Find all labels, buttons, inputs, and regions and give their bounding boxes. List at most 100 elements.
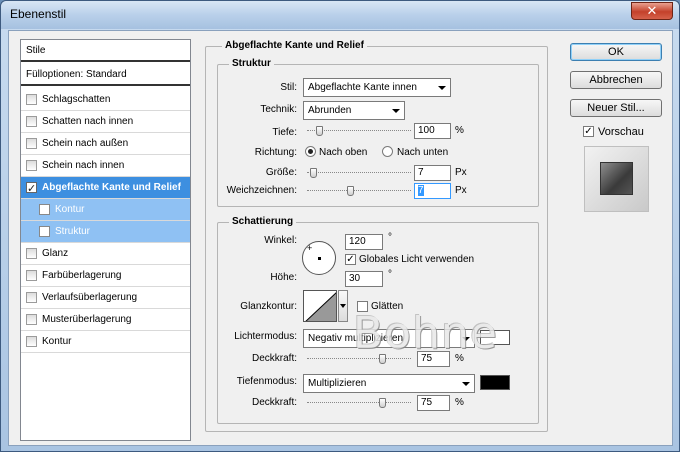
angle-dial[interactable]: + xyxy=(302,241,336,275)
layer-style-dialog: Ebenenstil ✕ Stile Fülloptionen: Standar… xyxy=(0,0,680,452)
soften-input[interactable]: 7 xyxy=(414,183,451,199)
style-item-label: Schein nach innen xyxy=(42,160,125,171)
style-item-checkbox[interactable] xyxy=(26,248,37,259)
shadow-opacity-input[interactable]: 75 xyxy=(417,395,450,411)
direction-down-label[interactable]: Nach unten xyxy=(397,147,448,158)
gloss-contour-label: Glanzkontur: xyxy=(240,301,297,312)
size-input[interactable]: 7 xyxy=(414,165,451,181)
style-item-label: Schein nach außen xyxy=(42,138,129,149)
direction-down-radio[interactable] xyxy=(382,146,393,157)
checkmark-icon: ✓ xyxy=(584,126,593,137)
title-bar[interactable]: Ebenenstil ✕ xyxy=(1,1,679,29)
altitude-input[interactable]: 30 xyxy=(345,271,383,287)
style-item-checkbox[interactable] xyxy=(39,226,50,237)
watermark-text: Bohne xyxy=(353,308,498,359)
contour-dropdown[interactable] xyxy=(338,290,348,322)
style-item[interactable]: Kontur xyxy=(21,199,190,221)
chevron-down-icon xyxy=(392,109,400,113)
style-item-checkbox[interactable] xyxy=(26,138,37,149)
size-slider[interactable] xyxy=(307,168,411,178)
style-item[interactable]: Struktur xyxy=(21,221,190,243)
angle-unit: ° xyxy=(388,232,392,243)
style-item[interactable]: Kontur xyxy=(21,331,190,353)
style-item-checkbox[interactable] xyxy=(26,314,37,325)
bevel-style-select[interactable]: Abgeflachte Kante innen xyxy=(303,78,451,97)
style-item[interactable]: Musterüberlagerung xyxy=(21,309,190,331)
dialog-body: Stile Fülloptionen: Standard Schlagschat… xyxy=(8,30,673,446)
style-item-checkbox[interactable] xyxy=(26,94,37,105)
direction-up-label[interactable]: Nach oben xyxy=(319,147,367,158)
style-item-checkbox[interactable] xyxy=(26,160,37,171)
style-item[interactable]: Schlagschatten xyxy=(21,89,190,111)
style-item-label: Struktur xyxy=(55,226,91,237)
soften-slider[interactable] xyxy=(307,186,411,196)
technique-label: Technik: xyxy=(260,104,297,115)
style-item[interactable]: Schein nach innen xyxy=(21,155,190,177)
ok-button[interactable]: OK xyxy=(570,43,662,61)
size-unit: Px xyxy=(455,167,467,178)
blending-options-item[interactable]: Fülloptionen: Standard xyxy=(21,64,190,86)
direction-label: Richtung: xyxy=(254,147,297,158)
angle-input[interactable]: 120 xyxy=(345,234,383,250)
style-item-checkbox[interactable] xyxy=(26,270,37,281)
gloss-contour-preview[interactable] xyxy=(303,290,337,322)
altitude-unit: ° xyxy=(388,269,392,280)
style-item[interactable]: ✓ Abgeflachte Kante und Relief xyxy=(21,177,190,199)
shadow-color-swatch[interactable] xyxy=(480,375,510,390)
close-button[interactable]: ✕ xyxy=(631,2,673,20)
style-item-label: Schlagschatten xyxy=(42,94,111,105)
soften-slider-handle[interactable] xyxy=(347,186,354,196)
depth-slider-handle[interactable] xyxy=(316,126,323,136)
style-item[interactable]: Glanz xyxy=(21,243,190,265)
chevron-down-icon xyxy=(340,304,346,308)
style-item[interactable]: Verlaufsüberlagerung xyxy=(21,287,190,309)
style-label: Stil: xyxy=(280,82,297,93)
depth-slider[interactable] xyxy=(307,126,411,136)
window-title: Ebenenstil xyxy=(10,7,67,21)
highlight-opacity-label: Deckkraft: xyxy=(251,353,297,364)
checkmark-icon: ✓ xyxy=(27,183,37,195)
styles-list: Stile Fülloptionen: Standard Schlagschat… xyxy=(20,39,191,441)
shadow-mode-select[interactable]: Multiplizieren xyxy=(303,374,475,393)
style-item-label: Kontur xyxy=(42,336,72,347)
style-item-label: Musterüberlagerung xyxy=(42,314,132,325)
shadow-opacity-unit: % xyxy=(455,397,464,408)
direction-up-radio[interactable] xyxy=(305,146,316,157)
styles-header[interactable]: Stile xyxy=(21,40,190,62)
style-preview xyxy=(584,146,649,212)
style-item-label: Schatten nach innen xyxy=(42,116,134,127)
style-item[interactable]: Schein nach außen xyxy=(21,133,190,155)
depth-label: Tiefe: xyxy=(272,127,297,138)
style-item-checkbox[interactable] xyxy=(26,336,37,347)
structure-title: Struktur xyxy=(229,58,274,69)
shadow-mode-label: Tiefenmodus: xyxy=(236,376,297,387)
style-item-label: Glanz xyxy=(42,248,69,259)
highlight-mode-label: Lichtermodus: xyxy=(234,331,297,342)
global-light-checkbox[interactable]: ✓ xyxy=(345,254,356,265)
technique-select[interactable]: Abrunden xyxy=(303,101,405,120)
crosshair-icon: + xyxy=(307,243,313,253)
style-item[interactable]: Farbüberlagerung xyxy=(21,265,190,287)
style-item[interactable]: Schatten nach innen xyxy=(21,111,190,133)
bevel-group-title: Abgeflachte Kante und Relief xyxy=(222,40,367,51)
shadow-opacity-handle[interactable] xyxy=(379,398,386,408)
depth-input[interactable]: 100 xyxy=(414,123,451,139)
preview-label[interactable]: Vorschau xyxy=(598,126,644,138)
global-light-label[interactable]: Globales Licht verwenden xyxy=(359,254,474,265)
style-item-checkbox[interactable] xyxy=(26,292,37,303)
style-item-label: Abgeflachte Kante und Relief xyxy=(42,182,181,193)
style-item-label: Kontur xyxy=(55,204,85,215)
shadow-opacity-label: Deckkraft: xyxy=(251,397,297,408)
preview-checkbox[interactable]: ✓ xyxy=(583,126,594,137)
style-item-checkbox[interactable] xyxy=(39,204,50,215)
preview-swatch xyxy=(600,162,633,195)
style-item-checkbox[interactable]: ✓ xyxy=(26,182,37,195)
soften-unit: Px xyxy=(455,185,467,196)
style-item-checkbox[interactable] xyxy=(26,116,37,127)
size-label: Größe: xyxy=(265,167,297,178)
close-icon: ✕ xyxy=(646,3,658,18)
cancel-button[interactable]: Abbrechen xyxy=(570,71,662,89)
size-slider-handle[interactable] xyxy=(310,168,317,178)
shadow-opacity-slider[interactable] xyxy=(307,398,411,408)
new-style-button[interactable]: Neuer Stil... xyxy=(570,99,662,117)
